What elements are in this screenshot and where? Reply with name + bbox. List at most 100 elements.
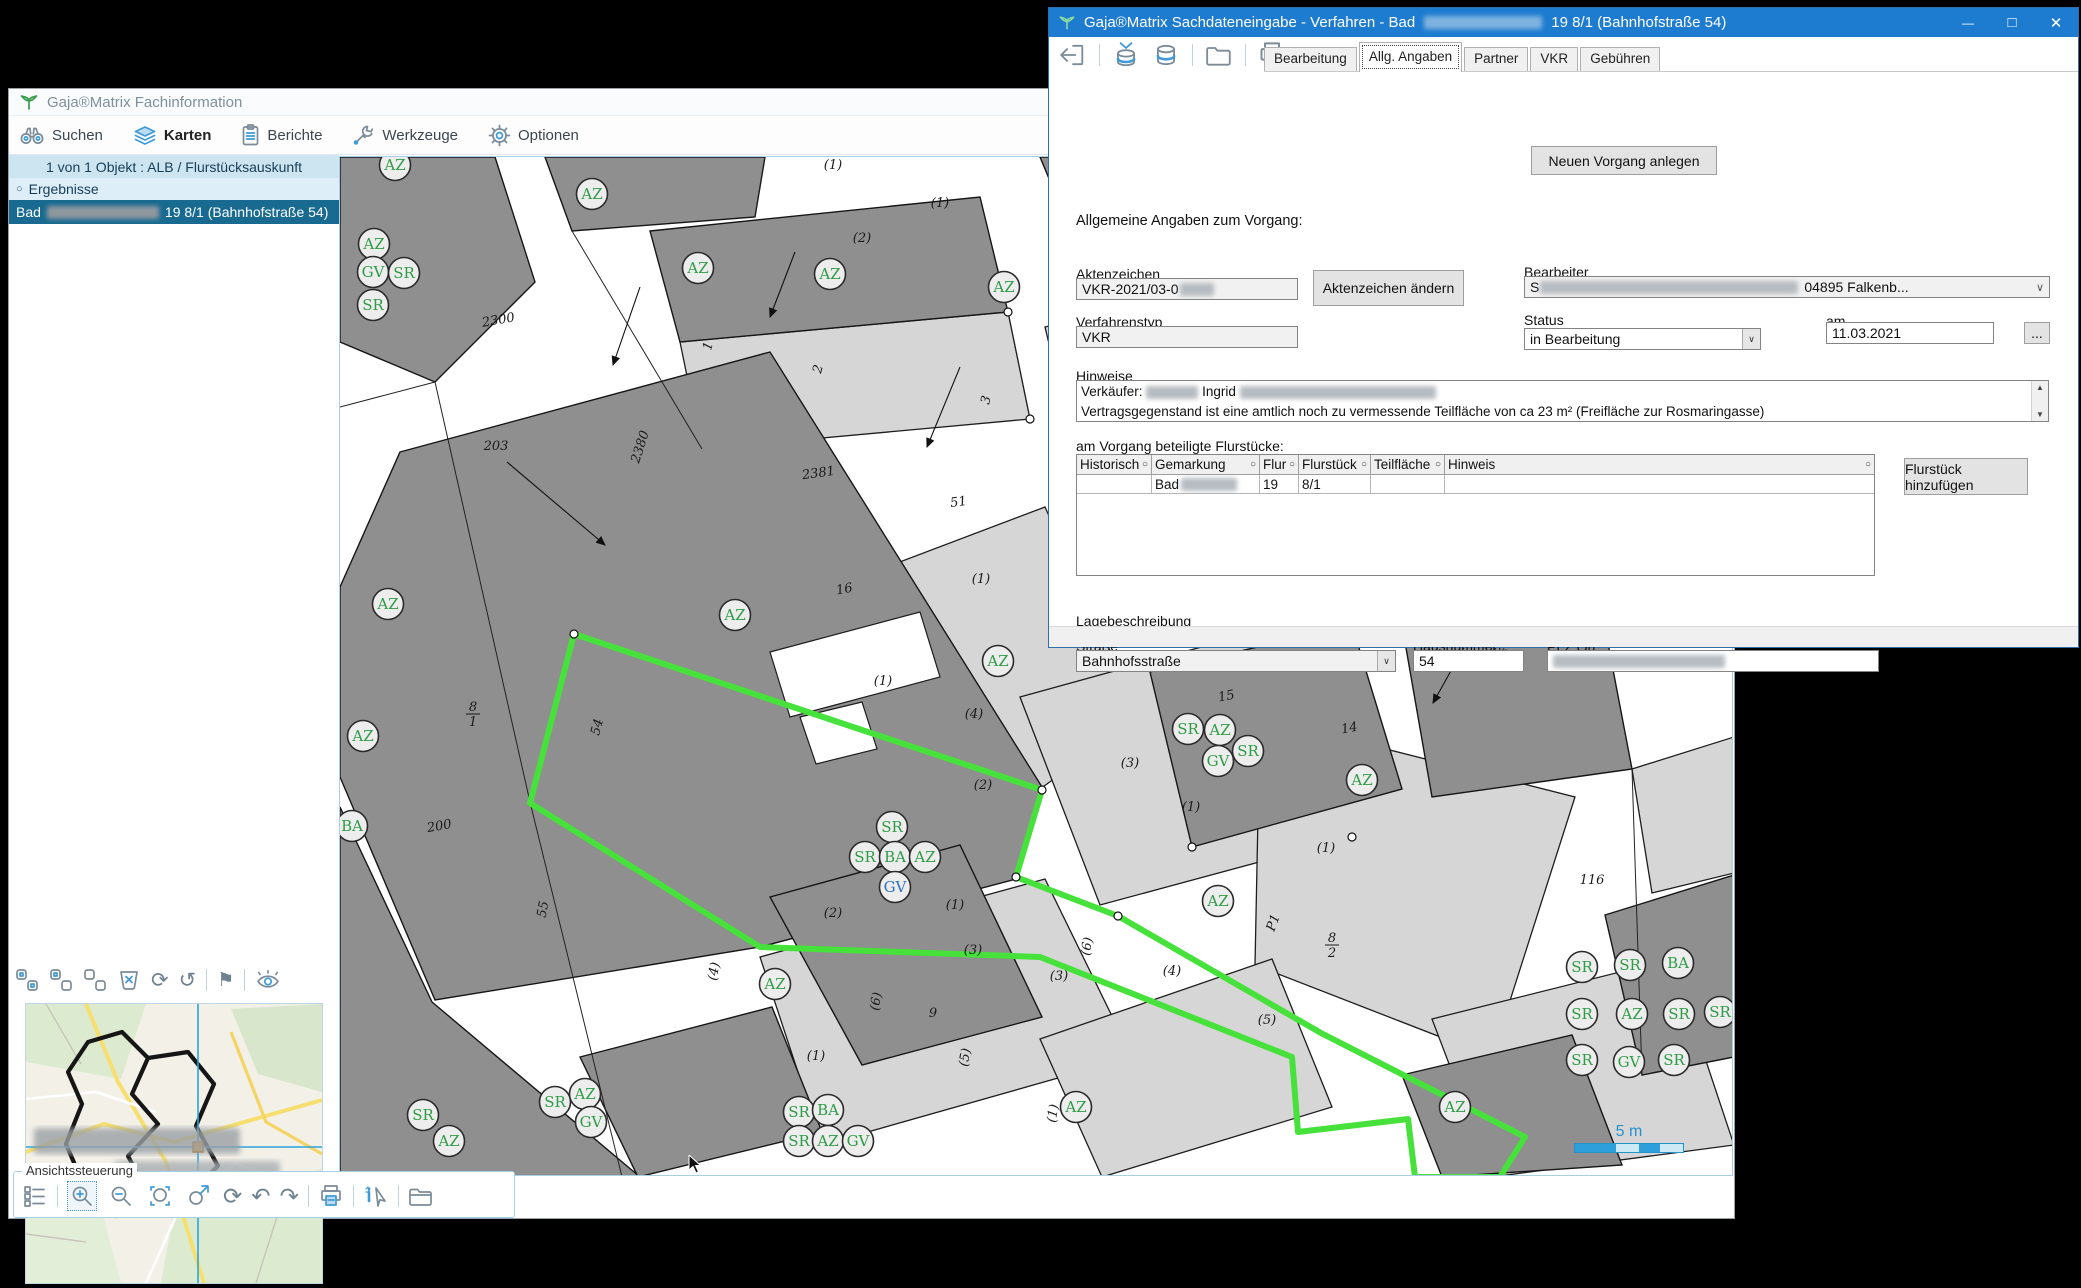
chevron-down-icon[interactable]: ∨: [1742, 329, 1760, 349]
toolbar-suchen[interactable]: Suchen: [19, 125, 103, 145]
tab-bearbeitung[interactable]: Bearbeitung: [1264, 47, 1357, 71]
neuen-vorgang-anlegen-button[interactable]: Neuen Vorgang anlegen: [1531, 146, 1717, 175]
undo-selection-icon[interactable]: ↺: [179, 970, 197, 991]
open-folder-icon[interactable]: [408, 1184, 434, 1208]
remove-selection-icon[interactable]: [83, 968, 107, 992]
map-marker-gv[interactable]: GV: [1614, 1047, 1645, 1078]
plz-ort-input[interactable]: [1547, 650, 1879, 672]
clear-selection-trash-icon[interactable]: [117, 968, 141, 992]
map-marker-sr[interactable]: SR: [358, 290, 389, 321]
map-marker-sr[interactable]: SR: [1705, 997, 1734, 1028]
map-marker-sr[interactable]: SR: [877, 812, 908, 843]
map-marker-gv[interactable]: GV: [880, 872, 911, 903]
exit-dialog-icon[interactable]: [1057, 42, 1087, 68]
zoom-extent-tool[interactable]: [145, 1181, 175, 1211]
map-marker-az[interactable]: AZ: [373, 589, 404, 620]
col-gemarkung[interactable]: Gemarkung ○: [1152, 455, 1260, 474]
zoom-out-tool[interactable]: [106, 1181, 136, 1211]
map-marker-az[interactable]: AZ: [1205, 715, 1236, 746]
map-marker-gv[interactable]: GV: [358, 257, 389, 288]
col-teilflaeche[interactable]: Teilfläche ○: [1371, 455, 1445, 474]
pan-zoom-tool[interactable]: [184, 1181, 214, 1211]
map-marker-az[interactable]: AZ: [910, 842, 941, 873]
map-marker-az[interactable]: AZ: [720, 600, 751, 631]
aktenzeichen-input[interactable]: VKR-2021/03-0: [1076, 278, 1298, 300]
refresh-selection-icon[interactable]: ⟳: [151, 970, 169, 991]
map-marker-az[interactable]: AZ: [683, 253, 714, 284]
select-features-icon[interactable]: [15, 968, 39, 992]
map-marker-az[interactable]: AZ: [359, 229, 390, 260]
map-marker-az[interactable]: AZ: [570, 1079, 601, 1110]
am-date-input[interactable]: 11.03.2021: [1826, 322, 1994, 344]
map-marker-sr[interactable]: SR: [389, 258, 420, 289]
map-marker-sr[interactable]: SR: [1567, 1045, 1598, 1076]
map-marker-ba[interactable]: BA: [813, 1095, 844, 1126]
tab-partner[interactable]: Partner: [1464, 47, 1528, 71]
scroll-down-icon[interactable]: ▼: [2036, 410, 2044, 419]
map-marker-sr[interactable]: SR: [540, 1087, 571, 1118]
result-item-selected[interactable]: Bad 19 8/1 (Bahnhofstraße 54): [9, 200, 339, 224]
table-row[interactable]: Bad 19 8/1: [1077, 475, 1874, 494]
undo-view-icon[interactable]: ↶: [251, 1185, 270, 1208]
map-marker-sr[interactable]: SR: [1615, 950, 1646, 981]
tab-vkr[interactable]: VKR: [1530, 47, 1578, 71]
sort-circle-icon[interactable]: ○: [1142, 459, 1148, 470]
print-map-icon[interactable]: [318, 1184, 344, 1208]
map-marker-az[interactable]: AZ: [1617, 999, 1648, 1030]
maximize-button[interactable]: □: [1990, 8, 2034, 37]
map-marker-az[interactable]: AZ: [815, 259, 846, 290]
map-marker-az[interactable]: AZ: [348, 721, 379, 752]
add-selection-icon[interactable]: [49, 968, 73, 992]
toolbar-berichte[interactable]: Berichte: [241, 124, 322, 146]
map-marker-az[interactable]: AZ: [1440, 1092, 1471, 1123]
status-select[interactable]: in Bearbeitung ∨: [1524, 328, 1761, 350]
chevron-down-icon[interactable]: ∨: [2032, 281, 2044, 294]
toolbar-optionen[interactable]: Optionen: [488, 124, 579, 147]
am-more-button[interactable]: ...: [2024, 322, 2050, 344]
map-marker-ba[interactable]: BA: [1663, 948, 1694, 979]
toolbar-werkzeuge[interactable]: Werkzeuge: [352, 124, 458, 146]
map-marker-gv[interactable]: GV: [843, 1126, 874, 1157]
toolbar-karten[interactable]: Karten: [133, 125, 212, 146]
col-flurstueck[interactable]: Flurstück ○: [1299, 455, 1371, 474]
sort-circle-icon[interactable]: ○: [1361, 459, 1367, 470]
map-marker-sr[interactable]: SR: [1664, 999, 1695, 1030]
chevron-down-icon[interactable]: ∨: [1377, 651, 1395, 671]
map-marker-az[interactable]: AZ: [760, 969, 791, 1000]
map-marker-az[interactable]: AZ: [1061, 1092, 1092, 1123]
zoom-in-tool[interactable]: [67, 1181, 97, 1211]
scrollbar[interactable]: ▲ ▼: [2031, 381, 2048, 421]
map-marker-sr[interactable]: SR: [408, 1100, 439, 1131]
verfahrenstyp-input[interactable]: VKR: [1076, 326, 1298, 348]
bearbeiter-combo[interactable]: S 04895 Falkenb... ∨: [1524, 276, 2050, 298]
map-marker-az[interactable]: AZ: [989, 272, 1020, 303]
map-marker-sr[interactable]: SR: [1233, 736, 1264, 767]
scroll-up-icon[interactable]: ▲: [2036, 383, 2044, 392]
map-marker-gv[interactable]: GV: [1203, 746, 1234, 777]
refresh-view-icon[interactable]: ⟳: [223, 1185, 242, 1208]
save-import-database-icon[interactable]: [1112, 41, 1140, 69]
flurstuecke-table[interactable]: Historisch ○ Gemarkung ○ Flur ○ Flurstüc…: [1076, 454, 1875, 576]
map-marker-sr[interactable]: SR: [1567, 999, 1598, 1030]
map-marker-sr[interactable]: SR: [850, 842, 881, 873]
map-marker-az[interactable]: AZ: [983, 646, 1014, 677]
tab-gebuehren[interactable]: Gebühren: [1580, 47, 1660, 71]
flurstueck-hinzufuegen-button[interactable]: Flurstück hinzufügen: [1904, 458, 2028, 495]
overview-map[interactable]: [25, 1003, 323, 1284]
col-historisch[interactable]: Historisch ○: [1077, 455, 1152, 474]
aktenzeichen-aendern-button[interactable]: Aktenzeichen ändern: [1313, 270, 1464, 306]
map-marker-az[interactable]: AZ: [1203, 886, 1234, 917]
hausnummer-input[interactable]: 54: [1413, 650, 1524, 672]
map-marker-sr[interactable]: SR: [1567, 952, 1598, 983]
flag-icon[interactable]: ⚑: [217, 971, 234, 990]
map-marker-sr[interactable]: SR: [1173, 714, 1204, 745]
visibility-eye-icon[interactable]: [255, 969, 281, 991]
map-marker-ba[interactable]: BA: [340, 811, 368, 842]
map-marker-az[interactable]: AZ: [577, 179, 608, 210]
save-database-icon[interactable]: [1152, 41, 1180, 69]
strasse-select[interactable]: Bahnhofsstraße ∨: [1076, 650, 1396, 672]
open-folder-icon[interactable]: [1205, 42, 1233, 68]
map-marker-ba[interactable]: BA: [880, 842, 911, 873]
tab-allg-angaben[interactable]: Allg. Angaben: [1359, 42, 1462, 72]
sort-circle-icon[interactable]: ○: [1435, 459, 1441, 470]
